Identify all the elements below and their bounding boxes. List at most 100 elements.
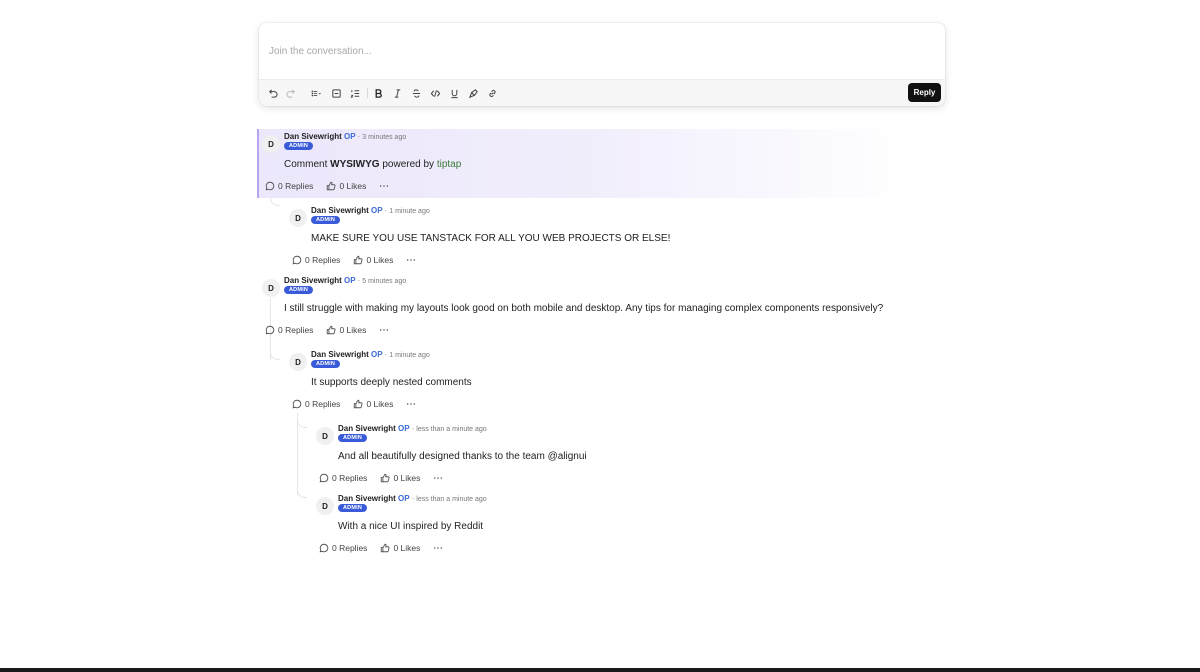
replies-count: 0 Replies <box>332 473 368 483</box>
comment-actions: 0 Replies 0 Likes <box>292 397 416 411</box>
highlight-icon[interactable] <box>466 86 480 100</box>
comment-actions: 0 Replies 0 Likes <box>292 253 416 267</box>
avatar: D <box>316 427 334 445</box>
avatar: D <box>289 209 307 227</box>
admin-badge: ADMIN <box>311 360 341 368</box>
replies-count: 0 Replies <box>278 325 314 335</box>
bold-icon[interactable] <box>371 86 385 100</box>
author-name[interactable]: Dan Sivewright <box>338 494 396 503</box>
admin-badge: ADMIN <box>311 216 341 224</box>
italic-icon[interactable] <box>390 86 404 100</box>
replies-count: 0 Replies <box>332 543 368 553</box>
more-options-icon[interactable] <box>433 543 443 553</box>
like-button[interactable]: 0 Likes <box>326 181 366 191</box>
author-name[interactable]: Dan Sivewright <box>284 276 342 285</box>
meta-separator: · <box>411 424 415 433</box>
undo-icon[interactable] <box>265 86 279 100</box>
likes-count: 0 Likes <box>393 473 421 483</box>
reply-button[interactable]: Reply <box>908 83 941 102</box>
like-button[interactable]: 0 Likes <box>353 399 393 409</box>
reply-bubble-icon <box>265 181 275 191</box>
reply-bubble-icon <box>319 543 329 553</box>
replies-button[interactable]: 0 Replies <box>292 255 340 265</box>
avatar: D <box>289 353 307 371</box>
thread-line <box>297 490 307 498</box>
admin-badge: ADMIN <box>338 434 368 442</box>
ordered-list-icon[interactable] <box>348 86 362 100</box>
op-label: OP <box>398 494 410 503</box>
editor-toolbar: Reply <box>259 79 945 106</box>
strikethrough-icon[interactable] <box>409 86 423 100</box>
reply-bubble-icon <box>292 255 302 265</box>
admin-badge: ADMIN <box>338 504 368 512</box>
comment-actions: 0 Replies 0 Likes <box>319 471 443 485</box>
likes-count: 0 Likes <box>339 181 367 191</box>
thread-line <box>270 198 280 206</box>
like-button[interactable]: 0 Likes <box>380 543 420 553</box>
task-list-icon[interactable] <box>329 86 343 100</box>
comment-meta: Dan Sivewright OP · less than a minute ago <box>338 494 487 503</box>
more-options-icon[interactable] <box>379 325 389 335</box>
admin-badge: ADMIN <box>284 142 314 150</box>
author-name[interactable]: Dan Sivewright <box>338 424 396 433</box>
timestamp: 1 minute ago <box>389 352 430 359</box>
op-label: OP <box>371 350 383 359</box>
avatar: D <box>316 497 334 515</box>
comment-input[interactable] <box>259 23 945 79</box>
meta-separator: · <box>384 350 388 359</box>
more-options-icon[interactable] <box>406 399 416 409</box>
more-options-icon[interactable] <box>433 473 443 483</box>
avatar: D <box>262 135 280 153</box>
author-name[interactable]: Dan Sivewright <box>284 132 342 141</box>
comment-body: And all beautifully designed thanks to t… <box>338 451 587 462</box>
comment-meta: Dan Sivewright OP · 1 minute ago <box>311 206 430 215</box>
comment-meta: Dan Sivewright OP · 3 minutes ago <box>284 132 406 141</box>
like-button[interactable]: 0 Likes <box>380 473 420 483</box>
author-name[interactable]: Dan Sivewright <box>311 206 369 215</box>
toolbar-divider <box>367 88 368 98</box>
tiptap-link[interactable]: tiptap <box>437 159 461 170</box>
like-button[interactable]: 0 Likes <box>353 255 393 265</box>
underline-icon[interactable] <box>447 86 461 100</box>
thread-line <box>297 413 298 495</box>
bullet-list-icon[interactable] <box>307 86 325 100</box>
op-label: OP <box>371 206 383 215</box>
replies-button[interactable]: 0 Replies <box>319 543 367 553</box>
admin-badge: ADMIN <box>284 286 314 294</box>
more-options-icon[interactable] <box>406 255 416 265</box>
comment-body: Comment WYSIWYG powered by tiptap <box>284 159 461 170</box>
comment-meta: Dan Sivewright OP · less than a minute ago <box>338 424 487 433</box>
comment-meta: Dan Sivewright OP · 5 minutes ago <box>284 276 406 285</box>
comment-body: It supports deeply nested comments <box>311 377 472 388</box>
replies-count: 0 Replies <box>305 399 341 409</box>
replies-button[interactable]: 0 Replies <box>319 473 367 483</box>
thumbs-up-icon <box>327 325 336 335</box>
likes-count: 0 Likes <box>393 543 421 553</box>
like-button[interactable]: 0 Likes <box>326 325 366 335</box>
replies-button[interactable]: 0 Replies <box>292 399 340 409</box>
avatar: D <box>262 279 280 297</box>
thread-line <box>297 420 307 428</box>
comment-body: MAKE SURE YOU USE TANSTACK FOR ALL YOU W… <box>311 233 671 244</box>
comment-actions: 0 Replies 0 Likes <box>265 323 389 337</box>
likes-count: 0 Likes <box>339 325 367 335</box>
timestamp: less than a minute ago <box>416 426 487 433</box>
likes-count: 0 Likes <box>366 255 394 265</box>
author-name[interactable]: Dan Sivewright <box>311 350 369 359</box>
thumbs-up-icon <box>381 543 390 553</box>
reply-bubble-icon <box>265 325 275 335</box>
replies-count: 0 Replies <box>278 181 314 191</box>
replies-button[interactable]: 0 Replies <box>265 181 313 191</box>
code-icon[interactable] <box>428 86 442 100</box>
thread-line <box>270 352 280 360</box>
more-options-icon[interactable] <box>379 181 389 191</box>
window-bottom-edge <box>0 668 1200 672</box>
comment-actions: 0 Replies 0 Likes <box>265 179 389 193</box>
timestamp: less than a minute ago <box>416 496 487 503</box>
link-icon[interactable] <box>485 86 499 100</box>
replies-button[interactable]: 0 Replies <box>265 325 313 335</box>
thumbs-up-icon <box>354 399 363 409</box>
op-label: OP <box>398 424 410 433</box>
comment-body: I still struggle with making my layouts … <box>284 303 884 314</box>
redo-icon[interactable] <box>284 86 298 100</box>
